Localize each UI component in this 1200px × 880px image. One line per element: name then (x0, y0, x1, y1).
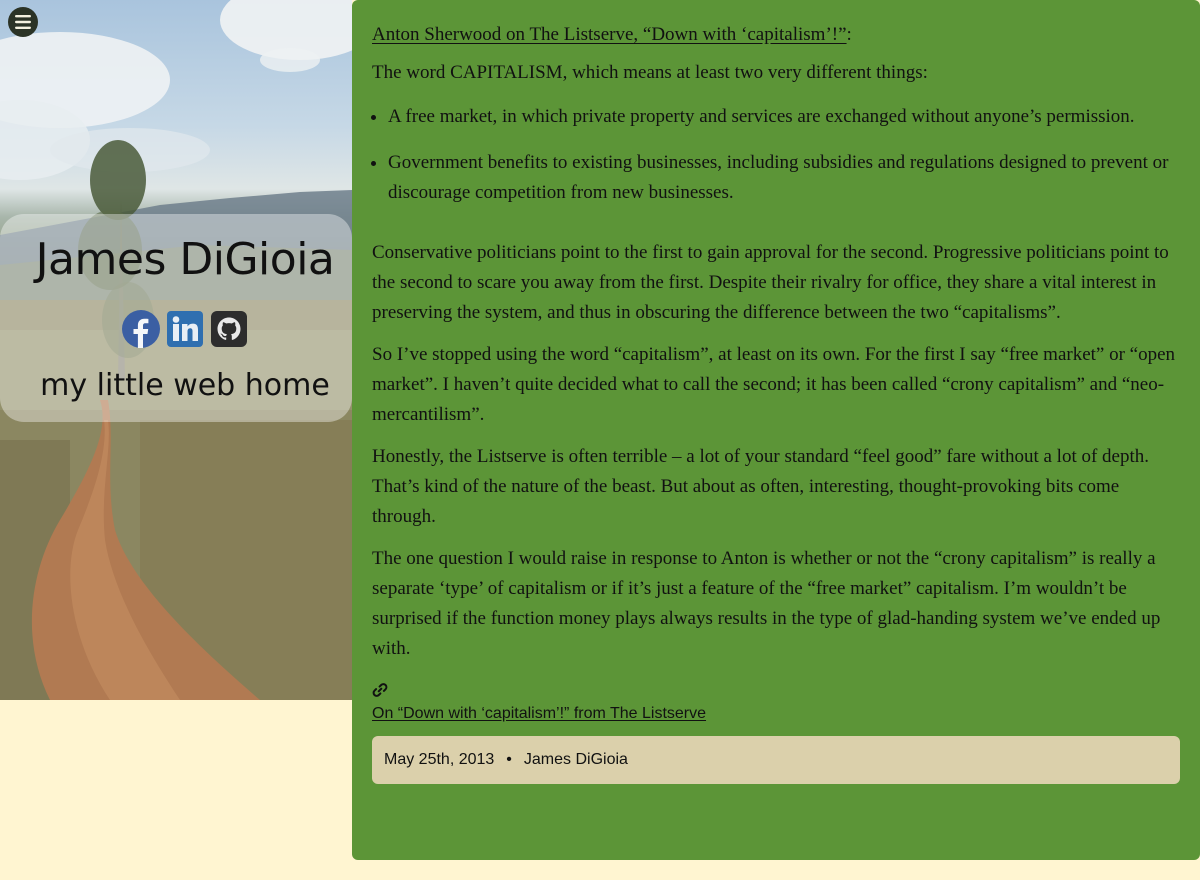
quote-list: A free market, in which private property… (372, 102, 1180, 208)
post-paragraph: Honestly, the Listserve is often terribl… (372, 446, 1150, 527)
header-hero: James DiGioia my little web home (0, 0, 352, 700)
hamburger-icon (15, 15, 31, 29)
site-name[interactable]: James DiGioia (0, 234, 352, 285)
site-tagline: my little web home (40, 368, 330, 403)
profile-card: James DiGioia my little web home (0, 214, 352, 422)
post-paragraph: The one question I would raise in respon… (372, 548, 1161, 659)
post-author[interactable]: James DiGioia (524, 745, 628, 775)
post-article: Anton Sherwood on The Listserve, “Down w… (352, 0, 1200, 860)
quote-intro: The word CAPITALISM, which means at leas… (372, 62, 928, 83)
link-icon[interactable] (372, 682, 388, 698)
post-paragraph: Conservative politicians point to the fi… (372, 242, 1169, 323)
linkedin-link[interactable] (166, 310, 204, 348)
post-intro-line: Anton Sherwood on The Listserve, “Down w… (372, 20, 1180, 50)
permalink-link[interactable]: On “Down with ‘capitalism’!” from The Li… (372, 704, 706, 724)
github-icon (211, 311, 247, 347)
menu-button[interactable] (8, 7, 38, 37)
facebook-icon (122, 310, 160, 348)
github-link[interactable] (210, 310, 248, 348)
post-source-link[interactable]: Anton Sherwood on The Listserve, “Down w… (372, 24, 847, 45)
meta-separator: • (506, 751, 512, 768)
post-meta: May 25th, 2013 • James DiGioia (372, 736, 1180, 784)
post-paragraph: So I’ve stopped using the word “capitali… (372, 344, 1176, 425)
post-date[interactable]: May 25th, 2013 (384, 745, 494, 775)
post-title-suffix: : (846, 24, 852, 45)
list-item: Government benefits to existing business… (388, 148, 1180, 208)
social-links (122, 310, 248, 348)
list-item: A free market, in which private property… (388, 102, 1180, 132)
facebook-link[interactable] (122, 310, 160, 348)
linkedin-icon (167, 311, 203, 347)
